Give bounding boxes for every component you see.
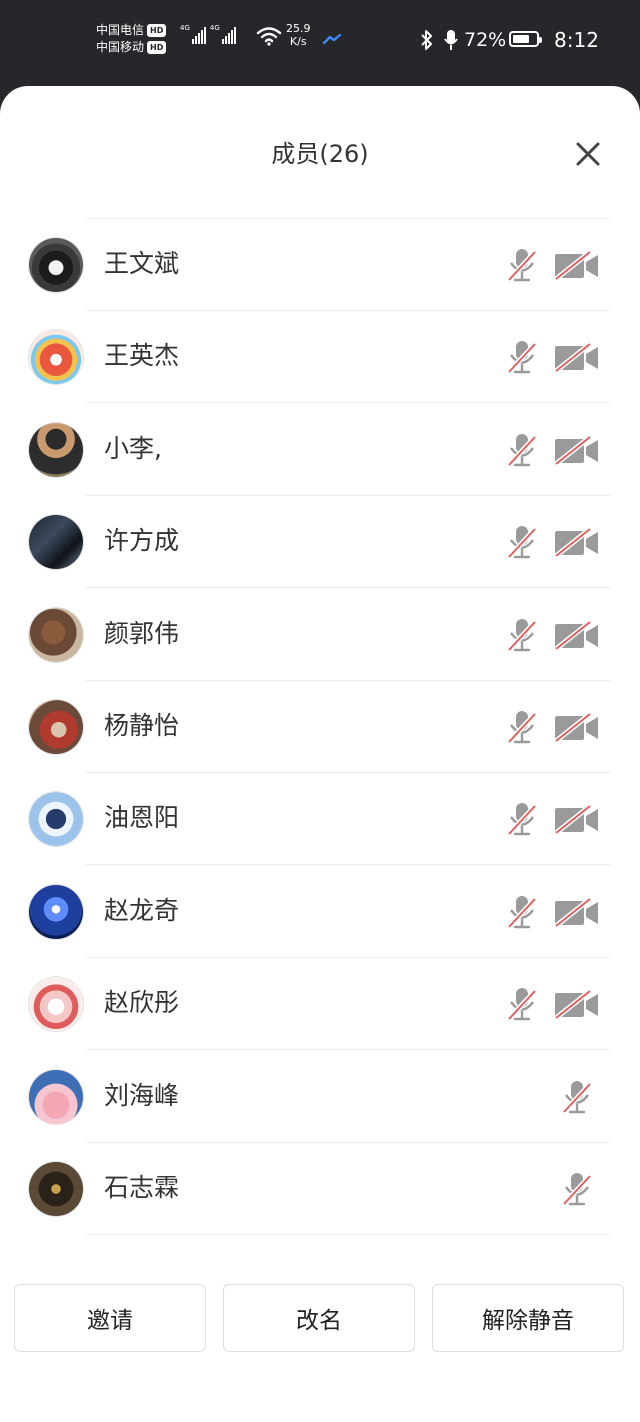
camera-off-icon[interactable] (553, 619, 601, 651)
member-row[interactable]: 颜郭伟 (0, 589, 640, 681)
camera-off-icon[interactable] (553, 712, 601, 743)
mic-muted-icon[interactable] (505, 431, 539, 469)
signal-1-icon: 4G (180, 24, 206, 44)
microphone-status-icon (444, 30, 458, 50)
member-name: 颜郭伟 (104, 618, 180, 648)
rename-button[interactable]: 改名 (223, 1284, 415, 1352)
mic-muted-icon[interactable] (505, 893, 539, 931)
member-name: 刘海峰 (104, 1080, 180, 1110)
signal-2-icon: 4G (210, 24, 236, 44)
close-button[interactable] (570, 136, 606, 172)
network-speed: 25.9 K/s (286, 22, 311, 48)
member-row[interactable]: 杨静怡 (0, 681, 640, 773)
member-row[interactable]: 赵龙奇 (0, 866, 640, 958)
member-name: 油恩阳 (104, 803, 180, 833)
mic-muted-icon[interactable] (505, 616, 539, 654)
close-icon (576, 142, 600, 166)
hd-badge: HD (147, 41, 167, 54)
camera-off-icon[interactable] (553, 896, 601, 928)
member-row[interactable]: 赵欣彤 (0, 958, 640, 1051)
member-name: 赵龙奇 (104, 895, 180, 925)
sheet-title: 成员(26) (271, 140, 369, 168)
footer-actions: 邀请 改名 解除静音 (0, 1266, 640, 1422)
wifi-icon (256, 27, 282, 46)
carrier-info: 中国电信 HD 中国移动 HD (96, 22, 167, 56)
member-name: 杨静怡 (104, 711, 180, 740)
member-row[interactable]: 小李, (0, 404, 640, 496)
camera-off-icon[interactable] (553, 527, 601, 559)
mic-muted-icon[interactable] (505, 800, 539, 838)
avatar (29, 422, 83, 477)
signal-indicators: 4G 4G (180, 24, 236, 44)
member-row[interactable]: 刘海峰 (0, 1051, 640, 1143)
member-name: 许方成 (104, 526, 180, 556)
carrier-2-label: 中国移动 (96, 40, 145, 54)
mic-muted-icon[interactable] (505, 523, 539, 561)
cloud-sync-icon (322, 34, 342, 44)
camera-off-icon[interactable] (553, 342, 601, 374)
speed-unit: K/s (289, 35, 307, 48)
divider (86, 1234, 610, 1235)
speed-value: 25.9 (286, 22, 311, 35)
member-name: 王英杰 (104, 341, 180, 371)
camera-off-icon[interactable] (553, 434, 601, 466)
status-time: 8:12 (554, 28, 599, 52)
member-row[interactable]: 王英杰 (0, 311, 640, 404)
mic-muted-icon[interactable] (560, 1078, 594, 1116)
member-row[interactable]: 石志霖 (0, 1143, 640, 1235)
members-sheet: 成员(26) 王文斌王英杰小李, 许方成颜郭伟杨静怡油恩阳赵龙奇赵欣彤刘海峰石志霖… (0, 86, 640, 1422)
avatar (29, 1069, 83, 1124)
mic-muted-icon[interactable] (505, 708, 539, 746)
avatar (29, 330, 83, 385)
status-bar: 中国电信 HD 中国移动 HD 4G 4G 25.9 K/s 72% 8:12 (0, 0, 640, 86)
network-type-1: 4G (180, 24, 190, 32)
avatar (29, 238, 83, 292)
carrier-1-label: 中国电信 (96, 23, 145, 37)
member-name: 王文斌 (104, 249, 180, 278)
mic-muted-icon[interactable] (505, 246, 539, 284)
mic-muted-icon[interactable] (560, 1170, 594, 1208)
avatar (29, 977, 83, 1032)
member-row[interactable]: 王文斌 (0, 219, 640, 311)
member-row[interactable]: 许方成 (0, 496, 640, 589)
avatar (29, 884, 83, 939)
member-row[interactable]: 油恩阳 (0, 773, 640, 866)
avatar (29, 700, 83, 754)
avatar (29, 792, 83, 847)
unmute-button[interactable]: 解除静音 (432, 1284, 624, 1352)
mic-muted-icon[interactable] (505, 338, 539, 376)
bluetooth-icon (421, 30, 432, 50)
member-list[interactable]: 王文斌王英杰小李, 许方成颜郭伟杨静怡油恩阳赵龙奇赵欣彤刘海峰石志霖 (0, 218, 640, 1258)
member-name: 石志霖 (104, 1173, 180, 1202)
member-name: 小李, (104, 433, 162, 463)
camera-off-icon[interactable] (553, 804, 601, 836)
battery-icon (509, 31, 542, 47)
network-type-2: 4G (209, 24, 220, 32)
avatar (29, 515, 83, 570)
mic-muted-icon[interactable] (505, 985, 539, 1023)
member-name: 赵欣彤 (104, 988, 180, 1018)
invite-button[interactable]: 邀请 (14, 1284, 206, 1352)
battery-percent: 72% (464, 29, 507, 51)
camera-off-icon[interactable] (553, 250, 601, 281)
hd-badge: HD (147, 24, 167, 37)
avatar (29, 607, 83, 662)
camera-off-icon[interactable] (553, 989, 601, 1021)
avatar (29, 1162, 83, 1216)
